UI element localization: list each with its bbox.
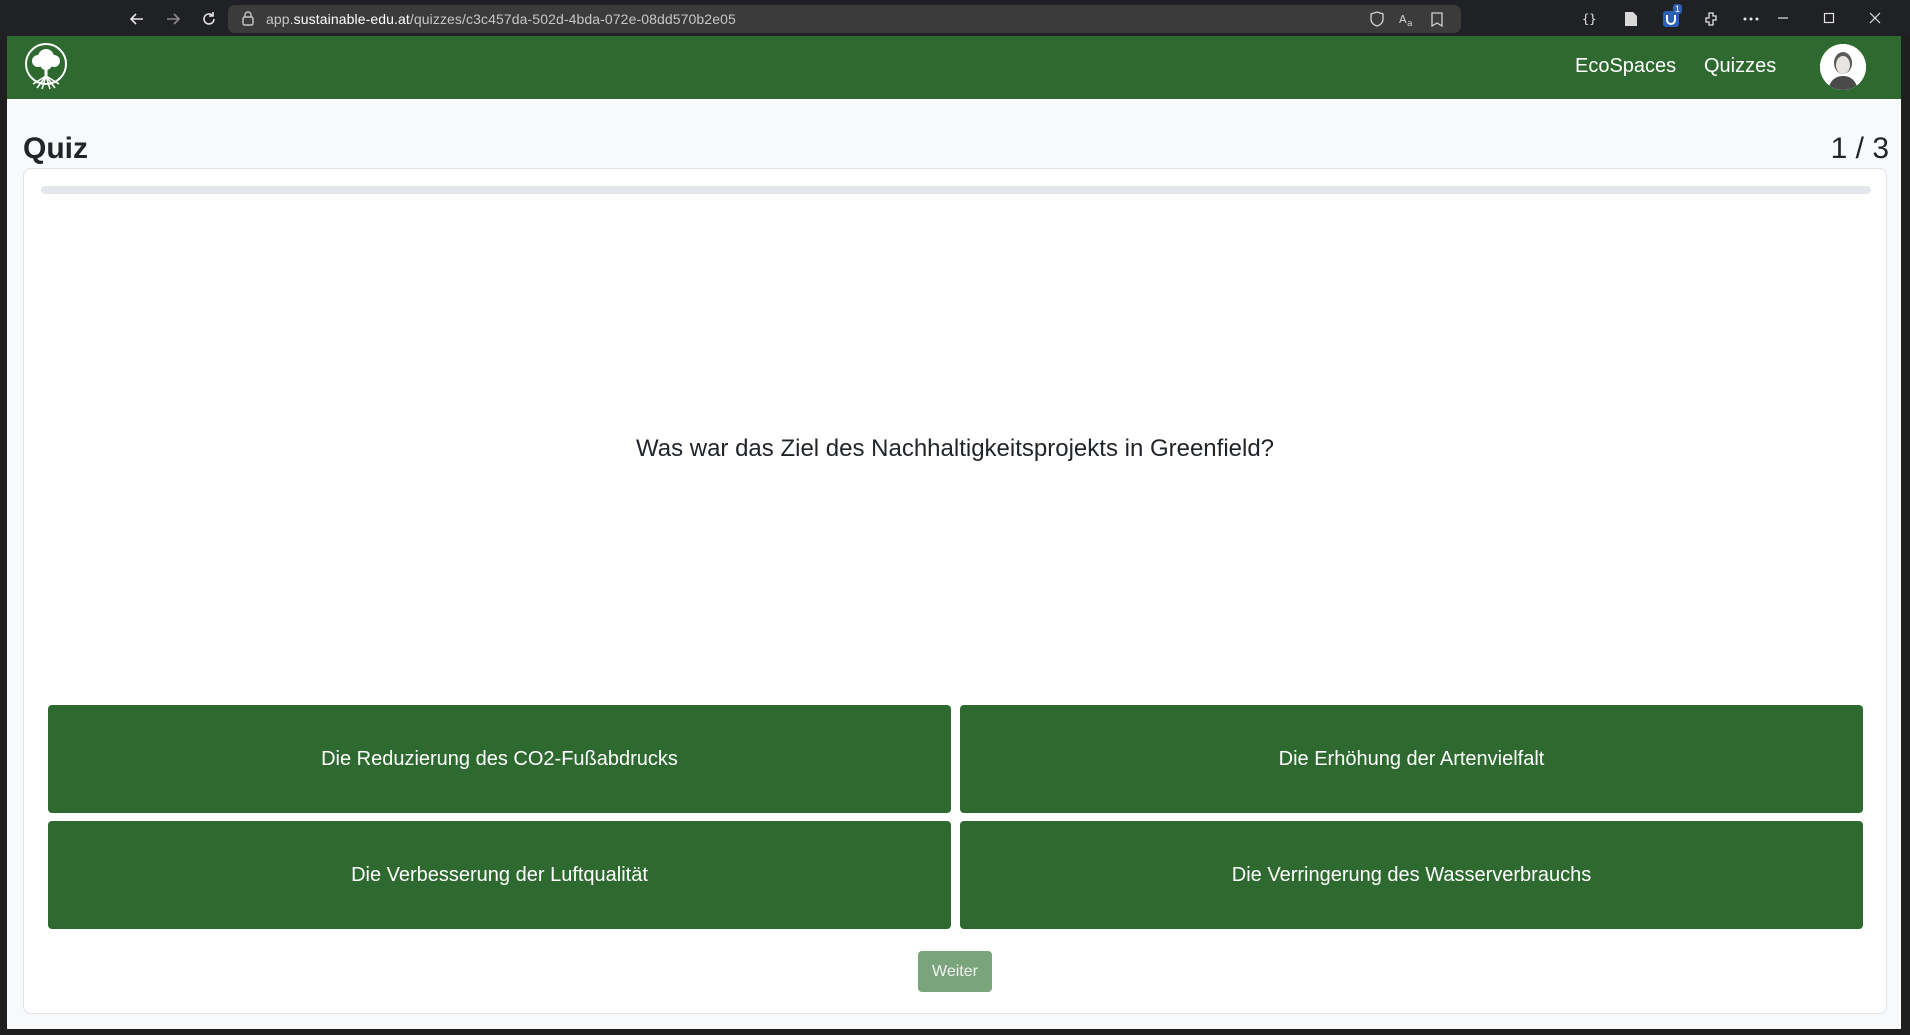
close-icon[interactable]	[1852, 0, 1898, 36]
address-bar[interactable]: app.sustainable-edu.at/quizzes/c3c457da-…	[228, 5, 1461, 33]
quiz-progress-bar	[41, 186, 1871, 194]
answer-button-3[interactable]: Die Verbesserung der Luftqualität	[48, 821, 951, 929]
answer-button-2[interactable]: Die Erhöhung der Artenvielfalt	[960, 705, 1863, 813]
page-title: Quiz	[23, 132, 88, 165]
url-path: /quizzes/c3c457da-502d-4bda-072e-08dd570…	[409, 11, 736, 27]
svg-text:A: A	[1399, 13, 1407, 26]
svg-text:a: a	[1407, 19, 1413, 27]
extension-badge: 1	[1672, 4, 1682, 14]
browser-toolbar: app.sustainable-edu.at/quizzes/c3c457da-…	[0, 0, 1910, 36]
answer-button-1[interactable]: Die Reduzierung des CO2-Fußabdrucks	[48, 705, 951, 813]
devtools-icon[interactable]: {}	[1578, 6, 1604, 32]
url-text: app.sustainable-edu.at/quizzes/c3c457da-…	[266, 11, 736, 27]
svg-text:{}: {}	[1582, 12, 1596, 26]
answer-button-4[interactable]: Die Verringerung des Wasserverbrauchs	[960, 821, 1863, 929]
url-prefix: app.	[266, 11, 294, 27]
url-host: sustainable-edu.at	[293, 11, 410, 27]
question-text: Was war das Ziel des Nachhaltigkeitsproj…	[635, 435, 1275, 462]
translate-icon[interactable]: Aa	[1397, 9, 1417, 29]
question-counter: 1 / 3	[1830, 132, 1889, 165]
reload-icon[interactable]	[196, 6, 222, 32]
forward-icon[interactable]	[160, 6, 186, 32]
document-icon[interactable]	[1618, 6, 1644, 32]
quiz-card: Was war das Ziel des Nachhaltigkeitsproj…	[23, 168, 1887, 1014]
maximize-icon[interactable]	[1806, 0, 1852, 36]
nav-quizzes[interactable]: Quizzes	[1704, 55, 1776, 78]
nav-ecospaces[interactable]: EcoSpaces	[1575, 55, 1676, 78]
avatar[interactable]	[1820, 44, 1866, 90]
lock-icon[interactable]	[240, 10, 258, 28]
app-header: EcoSpaces Quizzes	[7, 36, 1901, 99]
back-icon[interactable]	[124, 6, 150, 32]
minimize-icon[interactable]	[1760, 0, 1806, 36]
answer-grid: Die Reduzierung des CO2-Fußabdrucks Die …	[48, 705, 1863, 929]
tracking-prevention-icon[interactable]	[1367, 9, 1387, 29]
page: EcoSpaces Quizzes Quiz 1 / 3 Was war das…	[7, 36, 1901, 1029]
next-button[interactable]: Weiter	[918, 951, 992, 992]
extensions-icon[interactable]	[1698, 6, 1724, 32]
favorites-icon[interactable]	[1427, 9, 1447, 29]
extension-shield-icon[interactable]: 1	[1658, 4, 1684, 32]
tree-logo-icon[interactable]	[23, 42, 69, 92]
